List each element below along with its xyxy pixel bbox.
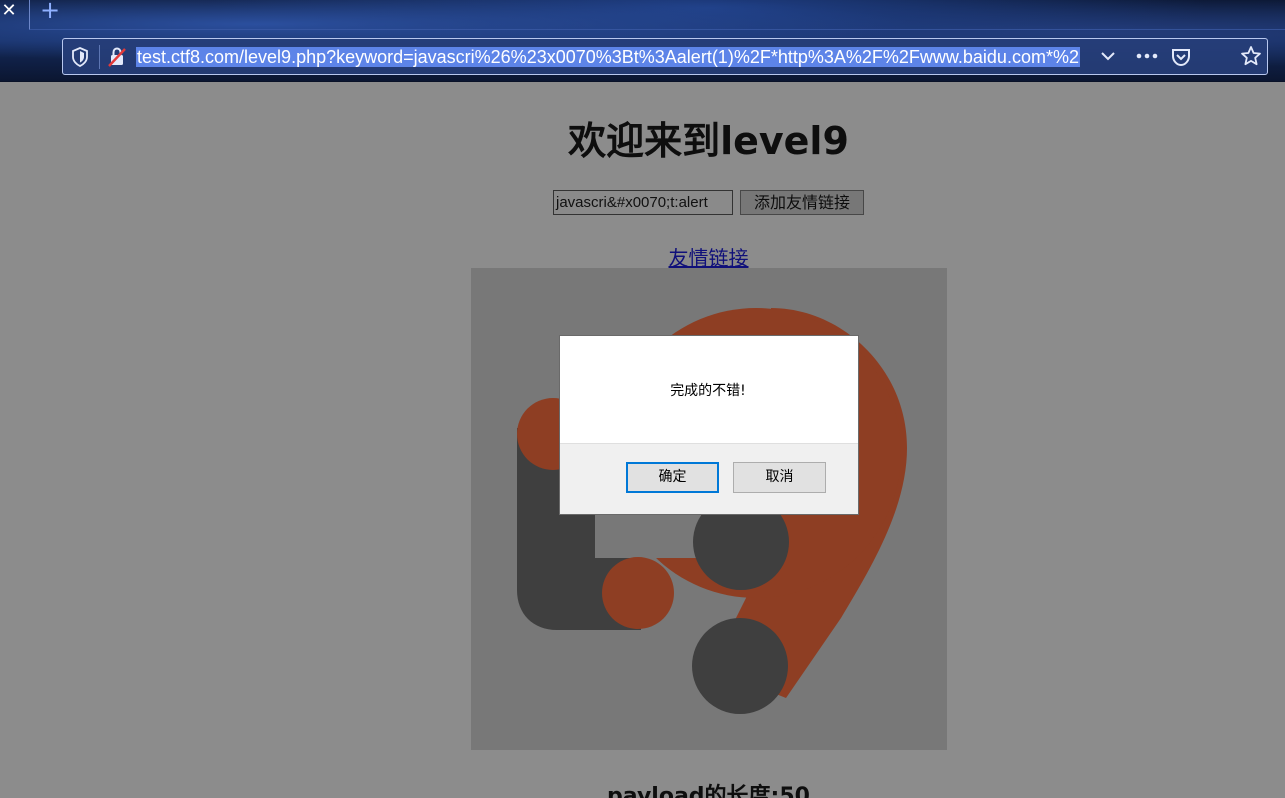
- new-tab-icon[interactable]: +: [38, 0, 62, 22]
- keyword-input[interactable]: javascri&#x0070;t:alert: [553, 190, 733, 215]
- url-divider: [99, 45, 100, 69]
- dialog-footer: 确定 取消: [560, 443, 858, 514]
- friend-link[interactable]: 友情链接: [0, 242, 1285, 271]
- cancel-button[interactable]: 取消: [733, 462, 826, 493]
- dialog-message: 完成的不错!: [670, 383, 746, 399]
- more-icon[interactable]: [1133, 43, 1161, 69]
- ok-button[interactable]: 确定: [626, 462, 719, 493]
- chevron-down-icon[interactable]: [1097, 47, 1119, 67]
- alert-dialog: 完成的不错! 确定 取消: [559, 335, 859, 515]
- close-tab-icon[interactable]: ✕: [0, 0, 18, 22]
- add-link-button[interactable]: 添加友情链接: [740, 190, 864, 215]
- url-text[interactable]: test.ctf8.com/level9.php?keyword=javascr…: [136, 45, 1091, 69]
- page-title: 欢迎来到level9: [568, 119, 849, 163]
- url-text-selected: test.ctf8.com/level9.php?keyword=javascr…: [136, 47, 1080, 67]
- browser-chrome: ✕ + test.ctf8.com/level9.php?keyword=jav…: [0, 0, 1285, 82]
- shield-icon[interactable]: [71, 47, 89, 67]
- insecure-lock-icon[interactable]: [107, 46, 127, 68]
- payload-length-text: payload的长度:50: [607, 784, 810, 798]
- tab-strip-line: [29, 29, 1285, 30]
- url-bar[interactable]: test.ctf8.com/level9.php?keyword=javascr…: [62, 38, 1268, 75]
- tab-divider: [29, 0, 30, 30]
- star-icon[interactable]: [1239, 45, 1263, 69]
- pocket-icon[interactable]: [1170, 46, 1192, 68]
